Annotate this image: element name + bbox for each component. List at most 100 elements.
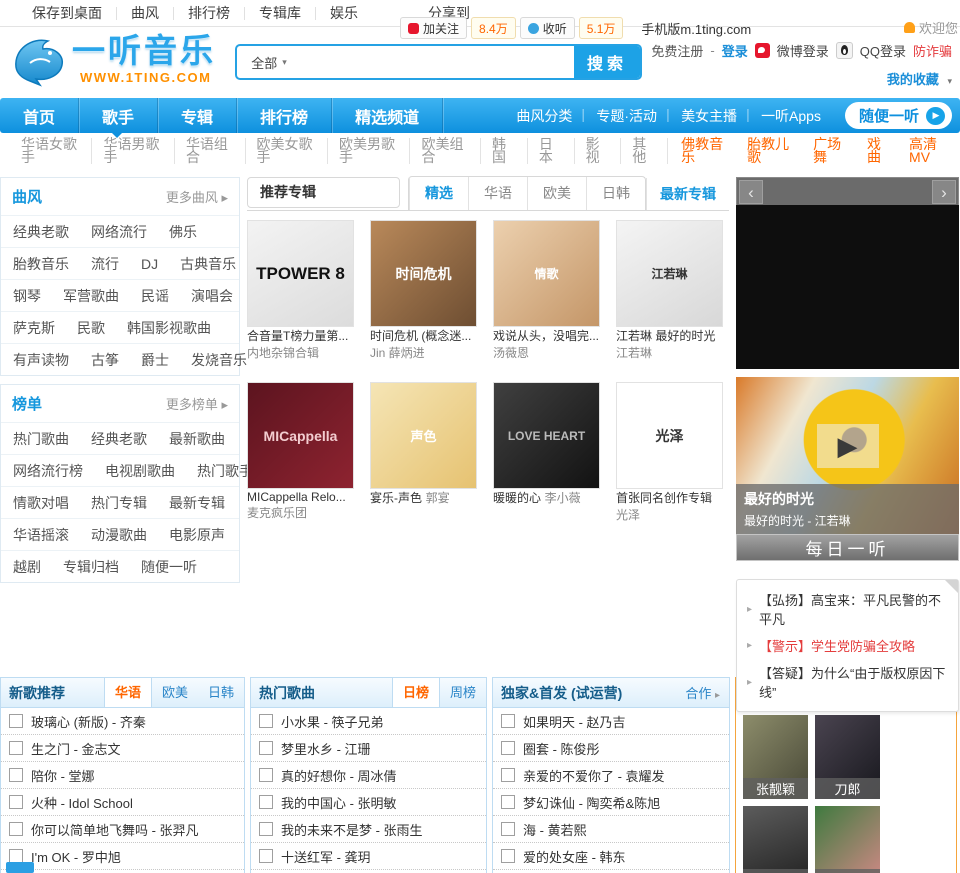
song-checkbox[interactable] (501, 849, 515, 863)
nav-item[interactable]: 歌手 (79, 98, 159, 133)
chart-link[interactable]: 热门专辑 (91, 493, 147, 513)
daily-listen-banner[interactable]: 每日一听 (736, 534, 959, 561)
album-title-link[interactable]: 合音量T榜力量第... (247, 329, 348, 343)
album-cover[interactable]: LOVE HEART (493, 382, 600, 489)
login-link[interactable]: 登录 (722, 41, 748, 60)
chart-link[interactable]: 最新歌曲 (169, 429, 225, 449)
nav-right-link[interactable]: 美女主播 (666, 106, 749, 126)
new-songs-tab[interactable]: 华语 (103, 678, 152, 707)
album-cover[interactable]: TPOWER 8 (247, 220, 354, 327)
subnav-link[interactable]: 欧美女歌手 (246, 137, 328, 164)
album-artist-link[interactable]: 内地杂锦合辑 (247, 346, 319, 360)
nav-item[interactable]: 专辑 (158, 98, 238, 133)
song-link[interactable]: I'm OK - 罗中旭 (31, 847, 121, 866)
album-cover[interactable]: 光泽 (616, 382, 723, 489)
album-cover[interactable]: MICappella (247, 382, 354, 489)
genre-link[interactable]: 流行 (91, 254, 119, 274)
genre-link[interactable]: 演唱会 (191, 286, 233, 306)
song-link[interactable]: 爱的处女座 - 韩东 (523, 847, 626, 866)
subnav-featured-link[interactable]: 胎教儿歌 (738, 137, 804, 164)
song-checkbox[interactable] (9, 795, 23, 809)
album-title-link[interactable]: 暖暖的心 (493, 491, 541, 505)
chart-link[interactable]: 最新专辑 (169, 493, 225, 513)
album-artist-link[interactable]: Jin 薛炳进 (370, 346, 425, 360)
song-checkbox[interactable] (501, 741, 515, 755)
song-checkbox[interactable] (9, 741, 23, 755)
album-title-link[interactable]: 宴乐-声色 (370, 491, 422, 505)
genre-link[interactable]: 钢琴 (13, 286, 41, 306)
album-title-link[interactable]: 时间危机 (概念迷... (370, 329, 471, 343)
topbar-link[interactable]: 专辑库 (245, 6, 316, 20)
subnav-featured-link[interactable]: 广场舞 (804, 137, 858, 164)
album-tab[interactable]: 华语 (468, 177, 527, 210)
floating-widget[interactable] (6, 862, 34, 873)
song-link[interactable]: 十送红军 - 龚玥 (281, 847, 371, 866)
song-link[interactable]: 我的未来不是梦 - 张雨生 (281, 820, 423, 839)
album-cover[interactable]: 情歌 (493, 220, 600, 327)
artist-card[interactable] (815, 806, 880, 873)
album-cover[interactable]: 声色 (370, 382, 477, 489)
chart-link[interactable]: 电视剧歌曲 (105, 461, 175, 481)
album-tab[interactable]: 精选 (409, 177, 468, 210)
subnav-featured-link[interactable]: 戏曲 (858, 137, 900, 164)
qq-login-link[interactable]: QQ登录 (860, 41, 906, 60)
subnav-link[interactable]: 影视 (575, 137, 622, 164)
weibo-login-link[interactable]: 微博登录 (777, 41, 829, 60)
album-artist-link[interactable]: 光泽 (616, 508, 640, 522)
subnav-link[interactable]: 华语男歌手 (92, 137, 175, 164)
search-category-dropdown[interactable]: 全部 ▾ (237, 46, 301, 78)
hot-songs-tab[interactable]: 日榜 (391, 678, 440, 707)
album-artist-link[interactable]: 江若琳 (616, 346, 652, 360)
song-checkbox[interactable] (501, 822, 515, 836)
new-songs-tab[interactable]: 欧美 (152, 678, 198, 707)
chart-link[interactable]: 热门歌曲 (13, 429, 69, 449)
news-link[interactable]: 【警示】学生党防骗全攻略 (759, 636, 915, 655)
song-checkbox[interactable] (9, 714, 23, 728)
nav-right-link[interactable]: 曲风分类 (504, 106, 584, 126)
nav-right-link[interactable]: 专题·活动 (581, 106, 669, 126)
song-checkbox[interactable] (259, 768, 273, 782)
my-favorites-dropdown[interactable]: 我的收藏 ▾ (887, 72, 952, 87)
album-artist-link[interactable]: 麦克疯乐团 (247, 506, 307, 520)
album-title-link[interactable]: 江若琳 最好的时光 (616, 329, 715, 343)
album-title-link[interactable]: 首张同名创作专辑 (616, 491, 712, 505)
genre-link[interactable]: 古典音乐 (180, 254, 236, 274)
subnav-link[interactable]: 华语组合 (175, 137, 246, 164)
subnav-link[interactable]: 日本 (528, 137, 575, 164)
genre-link[interactable]: 民歌 (77, 318, 105, 338)
song-checkbox[interactable] (9, 768, 23, 782)
album-tab[interactable]: 欧美 (527, 177, 586, 210)
album-title-link[interactable]: MICappella Relo... (247, 490, 346, 504)
song-checkbox[interactable] (9, 822, 23, 836)
album-cover[interactable]: 江若琳 (616, 220, 723, 327)
chart-link[interactable]: 华语摇滚 (13, 525, 69, 545)
topbar-link[interactable]: 曲风 (117, 6, 174, 20)
subnav-link[interactable]: 欧美组合 (410, 137, 482, 164)
genre-link[interactable]: 民谣 (141, 286, 169, 306)
genre-link[interactable]: 萨克斯 (13, 318, 55, 338)
topbar-link[interactable]: 排行榜 (174, 6, 245, 20)
genre-link[interactable]: 网络流行 (91, 222, 147, 242)
song-checkbox[interactable] (259, 741, 273, 755)
nav-item[interactable]: 精选频道 (332, 98, 444, 133)
song-link[interactable]: 海 - 黄若熙 (523, 820, 587, 839)
song-link[interactable]: 如果明天 - 赵乃吉 (523, 712, 626, 731)
genre-link[interactable]: 爵士 (141, 350, 169, 370)
genre-link[interactable]: DJ (141, 256, 158, 272)
chart-link[interactable]: 网络流行榜 (13, 461, 83, 481)
song-checkbox[interactable] (259, 822, 273, 836)
album-tab[interactable]: 日韩 (586, 177, 645, 210)
song-checkbox[interactable] (259, 849, 273, 863)
random-play-button[interactable]: 随便一听 ▶ (844, 102, 952, 129)
chart-link[interactable]: 随便一听 (141, 557, 197, 577)
nav-item[interactable]: 排行榜 (237, 98, 333, 133)
genre-link[interactable]: 军营歌曲 (63, 286, 119, 306)
more-genres-link[interactable]: 更多曲风 ▸ (166, 187, 228, 206)
song-link[interactable]: 陪你 - 堂娜 (31, 766, 95, 785)
weibo-follow-button[interactable]: 加关注 (400, 17, 468, 39)
anti-fraud-link[interactable]: 防诈骗 (913, 41, 952, 60)
topbar-link[interactable]: 娱乐 (316, 6, 372, 20)
song-checkbox[interactable] (501, 768, 515, 782)
hot-songs-tab[interactable]: 周榜 (440, 678, 486, 707)
chart-link[interactable]: 专辑归档 (63, 557, 119, 577)
